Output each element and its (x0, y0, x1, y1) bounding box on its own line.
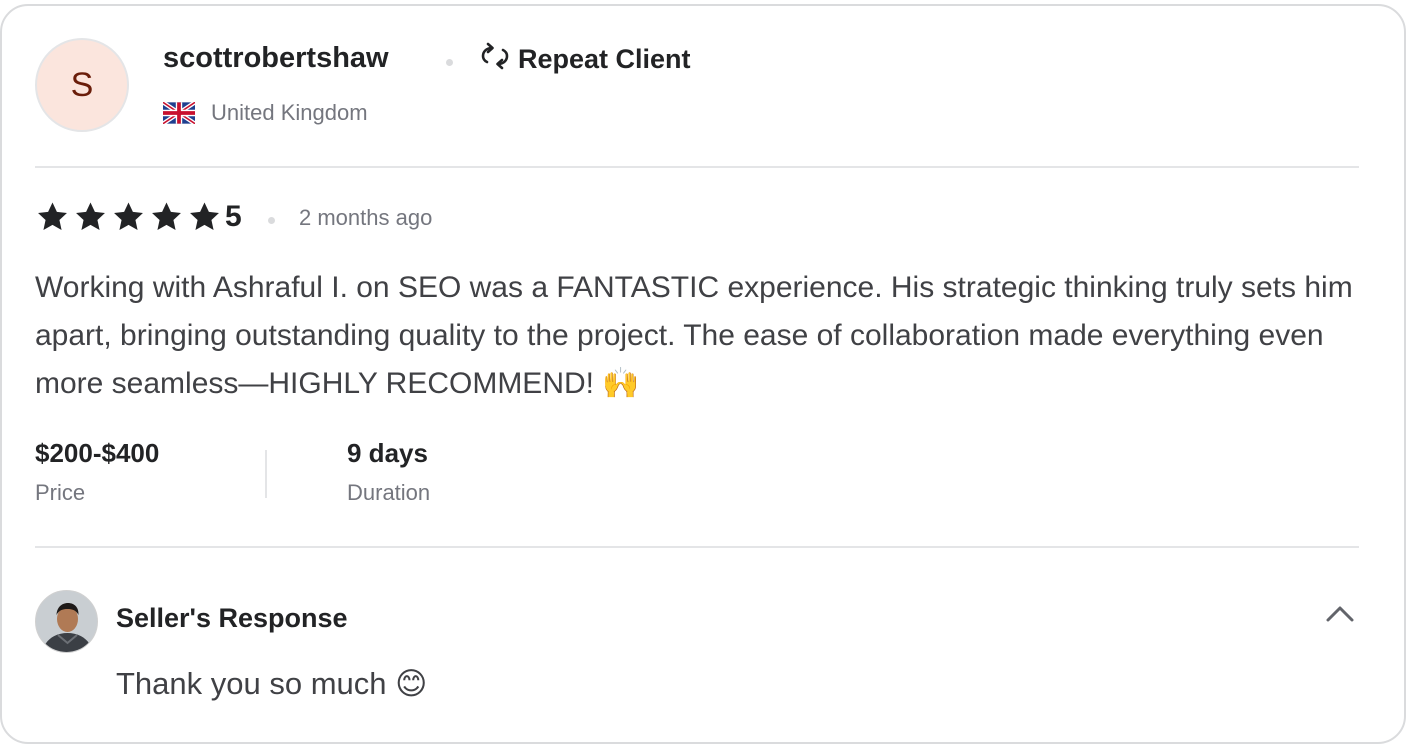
country-name: United Kingdom (211, 100, 368, 125)
price-label: Price (35, 480, 86, 505)
seller-response-text: Thank you so much 😊 (116, 666, 428, 701)
chevron-up-icon[interactable] (1322, 598, 1358, 628)
details-divider (265, 450, 267, 498)
star-icon (152, 202, 181, 231)
star-icon (76, 202, 105, 231)
response-divider (35, 546, 1359, 548)
review-time: 2 months ago (299, 205, 433, 230)
reviewer-initial: S (70, 65, 94, 104)
reviewer-country: United Kingdom (163, 100, 368, 126)
repeat-client-badge: Repeat Client (478, 42, 691, 77)
star-icon (190, 202, 219, 231)
reviewer-avatar[interactable]: S (35, 38, 129, 132)
seller-avatar (35, 590, 98, 653)
star-icon (114, 202, 143, 231)
seller-response-title: Seller's Response (116, 603, 348, 633)
repeat-client-label: Repeat Client (518, 44, 691, 74)
reviewer-username[interactable]: scottrobertshaw (163, 42, 389, 75)
repeat-arrows-icon (478, 42, 512, 77)
separator-dot (268, 217, 275, 224)
duration-label: Duration (347, 480, 431, 505)
separator-dot (446, 59, 453, 66)
duration-value: 9 days (347, 438, 428, 468)
price-value: $200-$400 (35, 438, 160, 468)
star-icon (38, 202, 67, 231)
header-divider (35, 166, 1359, 168)
uk-flag-icon (163, 102, 195, 124)
review-text: Working with Ashraful I. on SEO was a FA… (35, 271, 1353, 400)
rating-value: 5 (225, 200, 242, 233)
star-rating (35, 200, 222, 234)
